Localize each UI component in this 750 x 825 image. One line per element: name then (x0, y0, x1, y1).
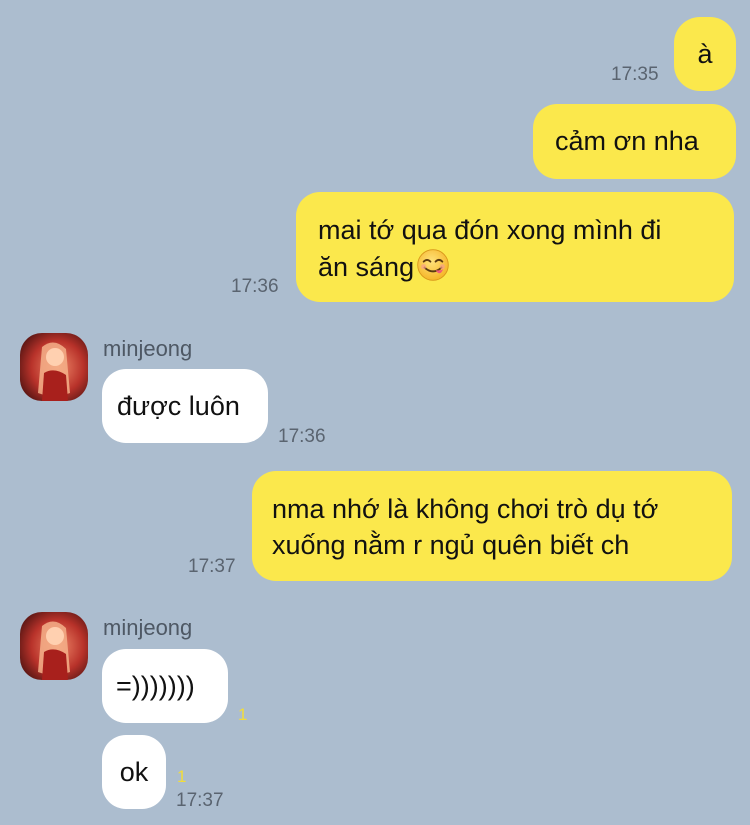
message-text: à (697, 39, 713, 69)
sender-name: minjeong (103, 615, 193, 640)
message-text: ok (119, 757, 149, 787)
my-message-bubble[interactable]: à (674, 17, 736, 91)
message-text-line: nma nhớ là không chơi trò dụ tớ (272, 494, 659, 524)
message-text-line: ăn sáng (318, 248, 712, 285)
my-message-bubble[interactable]: cảm ơn nha (533, 104, 736, 179)
my-message-bubble[interactable]: nma nhớ là không chơi trò dụ tớ xuống nằ… (252, 471, 732, 581)
their-message-bubble[interactable]: được luôn (102, 369, 268, 443)
contact-avatar[interactable] (20, 333, 88, 401)
contact-avatar[interactable] (20, 612, 88, 680)
my-message-bubble[interactable]: mai tớ qua đón xong mình đi ăn sáng (296, 192, 734, 302)
message-text: được luôn (117, 391, 240, 421)
message-text-line: xuống nằm r ngủ quên biết ch (272, 530, 630, 560)
message-text: =))))))) (116, 671, 195, 701)
their-message-bubble[interactable]: ok (102, 735, 166, 809)
message-timestamp: 17:36 (278, 426, 326, 447)
message-text-line: mai tớ qua đón xong mình đi (318, 215, 662, 245)
unread-count: 1 (238, 705, 248, 724)
message-timestamp: 17:37 (176, 790, 224, 811)
avatar-photo-icon (20, 612, 88, 680)
their-message-bubble[interactable]: =))))))) (102, 649, 228, 723)
message-text: cảm ơn nha (555, 126, 699, 156)
sender-name: minjeong (103, 336, 193, 361)
avatar-photo-icon (20, 333, 88, 401)
message-timestamp: 17:37 (188, 556, 236, 577)
yum-face-emoji-icon (417, 249, 449, 281)
unread-count: 1 (177, 767, 187, 786)
message-timestamp: 17:35 (611, 64, 659, 85)
message-timestamp: 17:36 (231, 276, 279, 297)
